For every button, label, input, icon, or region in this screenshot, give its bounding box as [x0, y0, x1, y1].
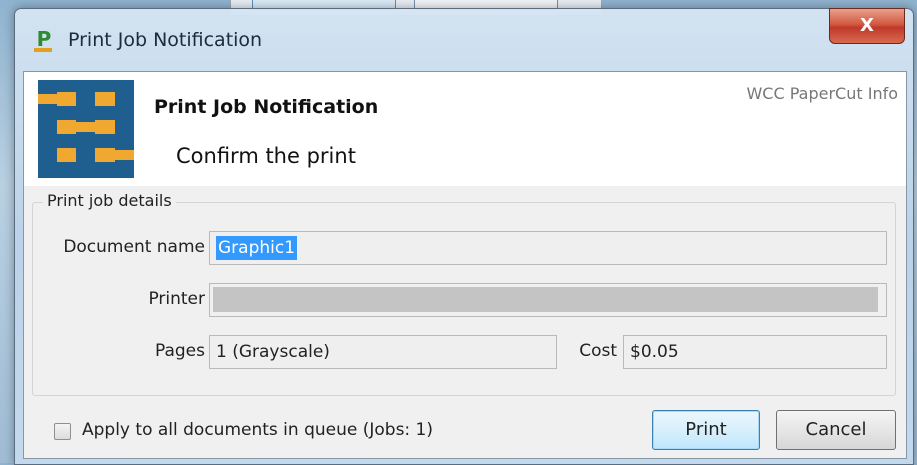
document-name-field[interactable]: Graphic1: [209, 231, 887, 265]
cost-label: Cost: [579, 341, 617, 361]
header-info-link[interactable]: WCC PaperCut Info: [746, 84, 898, 103]
apply-all-label[interactable]: Apply to all documents in queue (Jobs: 1…: [82, 420, 433, 440]
papercut-app-icon: P: [33, 28, 55, 52]
pages-label: Pages: [154, 341, 205, 361]
print-job-dialog: P Print Job Notification X Print Job Not…: [14, 8, 914, 465]
printer-label: Printer: [148, 289, 205, 309]
header-title: Print Job Notification: [154, 96, 379, 118]
print-button[interactable]: Print: [652, 410, 760, 450]
dialog-body: Print Job Notification Confirm the print…: [23, 71, 907, 459]
document-name-label: Document name: [63, 237, 205, 257]
papercut-logo-icon: [38, 80, 134, 178]
pages-field[interactable]: 1 (Grayscale): [209, 335, 557, 369]
cost-field[interactable]: $0.05: [623, 335, 887, 369]
header-panel: Print Job Notification Confirm the print…: [24, 72, 906, 186]
print-job-details-group: Print job details Document name Graphic1…: [32, 191, 896, 396]
close-button[interactable]: X: [829, 8, 905, 44]
group-legend: Print job details: [43, 191, 176, 210]
printer-value: [213, 287, 878, 312]
apply-all-checkbox[interactable]: [54, 423, 71, 440]
header-subtitle: Confirm the print: [176, 144, 356, 168]
document-name-value: Graphic1: [216, 236, 298, 260]
title-bar[interactable]: P Print Job Notification X: [15, 8, 913, 69]
printer-field[interactable]: [209, 283, 887, 317]
cancel-button[interactable]: Cancel: [776, 410, 896, 450]
dialog-title: Print Job Notification: [68, 29, 263, 51]
